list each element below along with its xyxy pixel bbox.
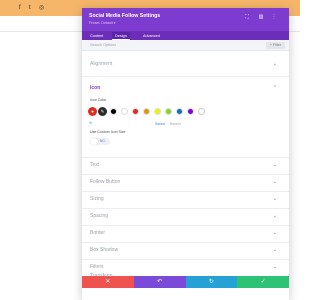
- swatch-black[interactable]: [110, 108, 117, 115]
- recent-colors-tab[interactable]: Recent: [170, 122, 181, 126]
- twitter-icon[interactable]: t: [29, 4, 31, 12]
- chevron-down-icon: ⌄: [272, 179, 277, 185]
- toggle-knob: [90, 138, 98, 145]
- section-label: Border: [90, 230, 106, 236]
- chevron-down-icon: ⌄: [272, 196, 277, 202]
- section-text[interactable]: Text ⌄: [82, 158, 289, 175]
- section-follow-button[interactable]: Follow Button ⌄: [82, 175, 289, 192]
- custom-icon-size-toggle[interactable]: NO: [90, 138, 110, 145]
- default-color-icon[interactable]: ⟲: [89, 121, 92, 125]
- settings-modal: Social Media Follow Settings Preset: Def…: [82, 8, 289, 300]
- search-input[interactable]: Search Options: [90, 43, 116, 47]
- swatch-green[interactable]: [165, 108, 172, 115]
- preset-selector[interactable]: Preset: Default ▾: [89, 21, 116, 25]
- section-label: Sizing: [90, 196, 104, 202]
- section-box-shadow[interactable]: Box Shadow ⌄: [82, 243, 289, 260]
- toggle-state: NO: [100, 139, 105, 143]
- section-label: Text: [90, 162, 100, 168]
- modal-title: Social Media Follow Settings: [89, 13, 161, 19]
- section-label: Spacing: [90, 213, 109, 219]
- chevron-up-icon[interactable]: ⌃: [273, 85, 277, 91]
- chevron-down-icon: ⌄: [272, 247, 277, 253]
- chevron-down-icon: ⌄: [272, 264, 277, 270]
- chevron-down-icon: ⌄: [272, 230, 277, 236]
- saved-colors-tab[interactable]: Saved: [155, 122, 165, 126]
- save-button[interactable]: ✓: [237, 276, 289, 288]
- split-view-icon[interactable]: ▥: [258, 14, 264, 20]
- section-label: Box Shadow: [90, 247, 119, 253]
- section-alignment[interactable]: Alignment ⌄: [82, 51, 289, 77]
- section-label: Alignment: [90, 61, 113, 67]
- swatch-red[interactable]: [132, 108, 139, 115]
- tab-advanced[interactable]: Advanced: [140, 32, 163, 40]
- modal-header: Social Media Follow Settings Preset: Def…: [82, 8, 289, 31]
- modal-footer: ✕ ↶ ↻ ✓: [82, 276, 289, 288]
- swatch-orange[interactable]: [143, 108, 150, 115]
- section-border[interactable]: Border ⌄: [82, 226, 289, 243]
- section-icon-label[interactable]: Icon: [90, 85, 100, 91]
- section-label: Filters: [90, 264, 104, 270]
- instagram-icon[interactable]: ◎: [39, 4, 44, 12]
- modal-bottom-space: [82, 288, 289, 300]
- custom-icon-size-label: Use Custom Icon Size: [90, 130, 126, 134]
- chevron-down-icon: ⌄: [272, 61, 277, 67]
- cancel-button[interactable]: ✕: [82, 276, 134, 288]
- swatch-yellow[interactable]: [154, 108, 161, 115]
- page-divider-right: [289, 31, 300, 32]
- chevron-down-icon: ⌄: [272, 213, 277, 219]
- clear-color-icon[interactable]: [198, 108, 205, 115]
- redo-button[interactable]: ↻: [185, 276, 238, 288]
- page-divider: [0, 31, 82, 32]
- facebook-icon[interactable]: f: [19, 4, 21, 12]
- swatch-white[interactable]: [121, 108, 128, 115]
- color-picker-icon[interactable]: ✎: [98, 107, 107, 116]
- modal-tabs: Content Design Advanced: [82, 31, 289, 40]
- section-spacing[interactable]: Spacing ⌄: [82, 209, 289, 226]
- more-options-icon[interactable]: ⋮: [271, 14, 277, 20]
- tab-content[interactable]: Content: [87, 32, 106, 40]
- section-icon: [82, 77, 289, 158]
- search-bar: Search Options + Filter: [82, 40, 289, 51]
- swatch-purple[interactable]: [187, 108, 194, 115]
- section-label: Follow Button: [90, 179, 121, 185]
- undo-button[interactable]: ↶: [133, 276, 186, 288]
- fullscreen-icon[interactable]: ⛶: [244, 14, 250, 20]
- filter-button[interactable]: + Filter: [265, 42, 285, 49]
- icon-color-label: Icon Color: [90, 98, 107, 102]
- chevron-down-icon: ⌄: [272, 162, 277, 168]
- section-sizing[interactable]: Sizing ⌄: [82, 192, 289, 209]
- swatch-blue[interactable]: [176, 108, 183, 115]
- active-color-swatch[interactable]: ●: [88, 107, 97, 116]
- tab-design[interactable]: Design: [112, 32, 130, 40]
